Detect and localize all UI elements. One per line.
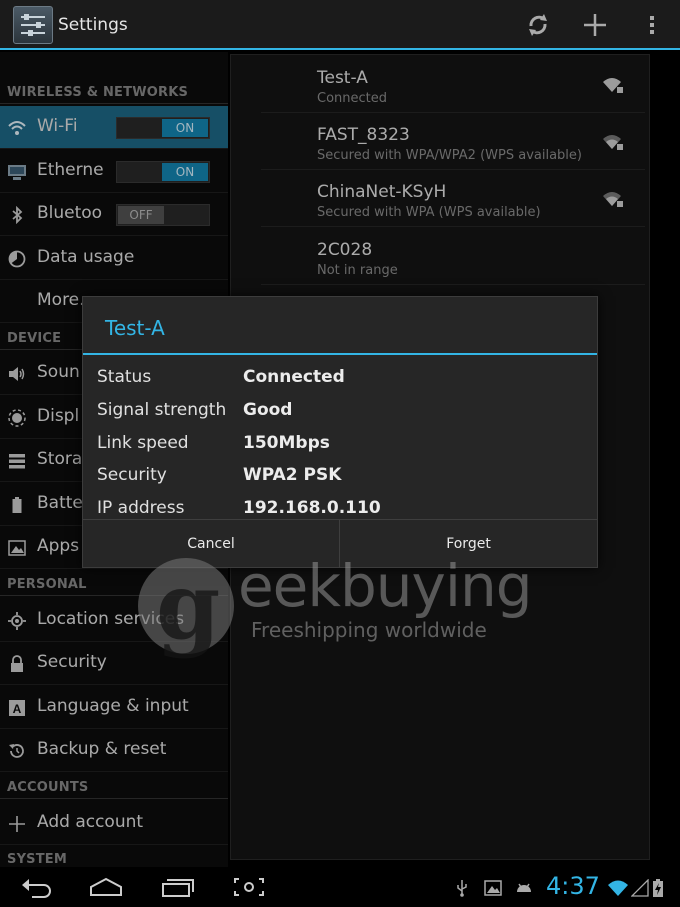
forget-button[interactable]: Forget bbox=[340, 520, 597, 568]
overflow-menu-icon[interactable] bbox=[636, 9, 668, 41]
detail-value: Connected bbox=[243, 367, 345, 387]
detail-key: Link speed bbox=[97, 433, 189, 453]
dialog-title-divider bbox=[83, 353, 597, 355]
detail-value: Good bbox=[243, 400, 293, 420]
system-navigation-bar: 4:37 bbox=[0, 867, 680, 907]
add-network-icon[interactable] bbox=[579, 9, 611, 41]
detail-key: Status bbox=[97, 367, 152, 387]
detail-value: WPA2 PSK bbox=[243, 465, 342, 485]
signal-strength-icon bbox=[630, 878, 649, 897]
usb-icon bbox=[453, 879, 471, 897]
action-bar: Settings bbox=[0, 0, 680, 50]
detail-row-status: Status Connected bbox=[97, 367, 577, 397]
clock: 4:37 bbox=[546, 872, 600, 900]
detail-row-link-speed: Link speed 150Mbps bbox=[97, 433, 577, 463]
gallery-notification-icon bbox=[484, 879, 502, 897]
scan-icon[interactable] bbox=[522, 9, 554, 41]
home-icon[interactable] bbox=[88, 875, 124, 899]
detail-key: Signal strength bbox=[97, 400, 227, 420]
detail-value: 192.168.0.110 bbox=[243, 498, 381, 518]
recent-apps-icon[interactable] bbox=[160, 875, 196, 899]
settings-app-icon[interactable] bbox=[13, 6, 53, 44]
wifi-status-icon bbox=[607, 879, 629, 897]
dialog-title: Test-A bbox=[105, 316, 165, 340]
cancel-button[interactable]: Cancel bbox=[83, 520, 340, 568]
android-debug-icon bbox=[515, 879, 533, 897]
screenshot-icon[interactable] bbox=[231, 875, 267, 899]
dialog-button-bar: Cancel Forget bbox=[83, 519, 597, 568]
detail-key: IP address bbox=[97, 498, 185, 518]
detail-value: 150Mbps bbox=[243, 433, 330, 453]
detail-row-security: Security WPA2 PSK bbox=[97, 465, 577, 495]
battery-charging-icon bbox=[652, 879, 664, 897]
page-title: Settings bbox=[58, 15, 128, 35]
back-icon[interactable] bbox=[18, 875, 54, 899]
detail-row-signal: Signal strength Good bbox=[97, 400, 577, 430]
network-details-dialog: Test-A Status Connected Signal strength … bbox=[82, 296, 598, 568]
detail-key: Security bbox=[97, 465, 167, 485]
